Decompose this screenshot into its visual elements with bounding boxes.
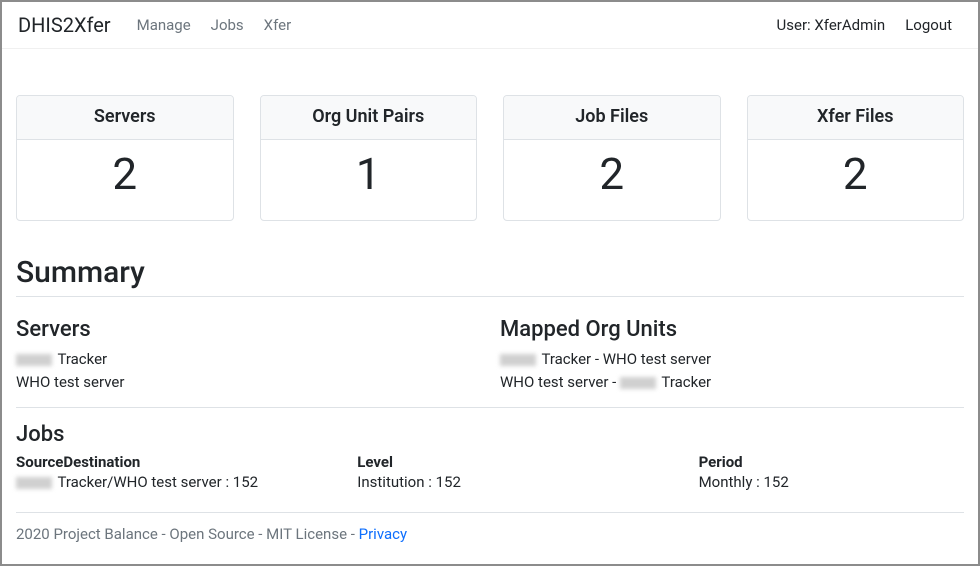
footer: 2020 Project Balance - Open Source - MIT…: [16, 512, 964, 543]
jobs-col-level: Level Institution : 152: [357, 453, 698, 494]
card-orgunitpairs: Org Unit Pairs 1: [260, 95, 478, 221]
jobs-period-label: Period: [699, 453, 964, 471]
card-title: Xfer Files: [748, 96, 964, 140]
jobs-col-period: Period Monthly : 152: [699, 453, 964, 494]
jobs-period-value: Monthly : 152: [699, 471, 964, 494]
mapped-item: Tracker - WHO test server: [500, 348, 964, 371]
server-item: Tracker: [16, 348, 480, 371]
nav-xfer[interactable]: Xfer: [254, 10, 301, 40]
footer-privacy-link[interactable]: Privacy: [359, 525, 407, 543]
footer-text: 2020 Project Balance - Open Source - MIT…: [16, 525, 359, 543]
nav-jobs[interactable]: Jobs: [201, 10, 254, 40]
card-value: 2: [512, 150, 712, 198]
card-title: Servers: [17, 96, 233, 140]
redacted-text: [620, 377, 656, 389]
redacted-text: [16, 477, 52, 489]
summary-cards: Servers 2 Org Unit Pairs 1 Job Files 2 X…: [16, 95, 964, 221]
mapped-item: WHO test server - Tracker: [500, 371, 964, 394]
jobs-col-srcdst: SourceDestination Tracker/WHO test serve…: [16, 453, 357, 494]
brand-link[interactable]: DHIS2Xfer: [18, 13, 127, 37]
jobs-level-value: Institution : 152: [357, 471, 698, 494]
card-value: 2: [756, 150, 956, 198]
servers-title: Servers: [16, 317, 480, 342]
jobs-srcdst-label: SourceDestination: [16, 453, 357, 471]
card-servers: Servers 2: [16, 95, 234, 221]
nav-logout[interactable]: Logout: [895, 10, 962, 40]
card-jobfiles: Job Files 2: [503, 95, 721, 221]
card-value: 2: [25, 150, 225, 198]
jobs-srcdst-value: Tracker/WHO test server : 152: [16, 471, 357, 494]
nav-user[interactable]: User: XferAdmin: [767, 10, 896, 40]
main-content: Servers 2 Org Unit Pairs 1 Job Files 2 X…: [2, 49, 978, 557]
mapped-section: Mapped Org Units Tracker - WHO test serv…: [500, 303, 964, 393]
server-item: WHO test server: [16, 371, 480, 394]
card-title: Job Files: [504, 96, 720, 140]
summary-heading: Summary: [16, 255, 964, 297]
mapped-title: Mapped Org Units: [500, 317, 964, 342]
jobs-level-label: Level: [357, 453, 698, 471]
redacted-text: [16, 354, 52, 366]
card-title: Org Unit Pairs: [261, 96, 477, 140]
navbar: DHIS2Xfer Manage Jobs Xfer User: XferAdm…: [2, 2, 978, 49]
nav-manage[interactable]: Manage: [127, 10, 201, 40]
jobs-title: Jobs: [16, 422, 964, 447]
card-value: 1: [269, 150, 469, 198]
card-xferfiles: Xfer Files 2: [747, 95, 965, 221]
redacted-text: [500, 354, 536, 366]
servers-section: Servers Tracker WHO test server: [16, 303, 480, 393]
